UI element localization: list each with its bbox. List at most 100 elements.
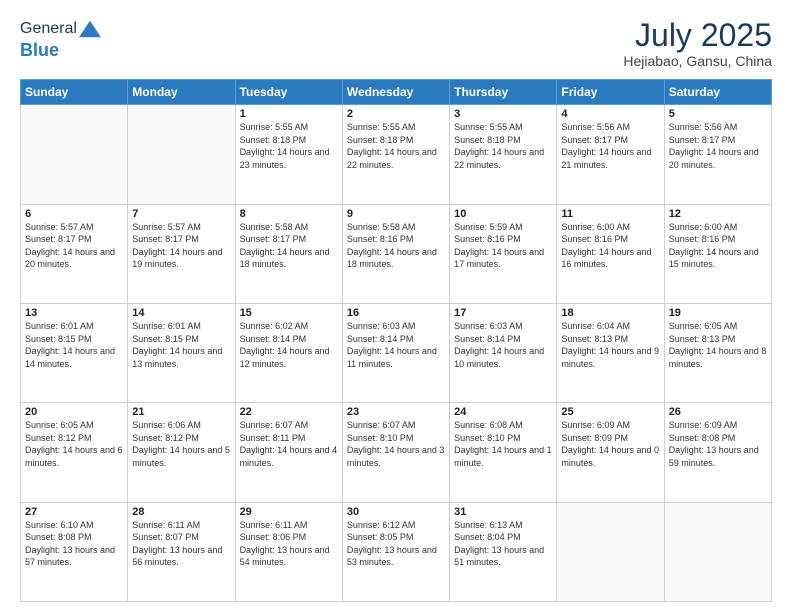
day-number: 23 bbox=[347, 406, 445, 418]
cell-info: Sunrise: 6:01 AM Sunset: 8:15 PM Dayligh… bbox=[25, 320, 123, 370]
table-cell: 16Sunrise: 6:03 AM Sunset: 8:14 PM Dayli… bbox=[342, 303, 449, 402]
cell-info: Sunrise: 6:06 AM Sunset: 8:12 PM Dayligh… bbox=[132, 419, 230, 469]
table-cell: 28Sunrise: 6:11 AM Sunset: 8:07 PM Dayli… bbox=[128, 502, 235, 601]
cell-info: Sunrise: 6:02 AM Sunset: 8:14 PM Dayligh… bbox=[240, 320, 338, 370]
day-number: 28 bbox=[132, 506, 230, 518]
header-tuesday: Tuesday bbox=[235, 80, 342, 105]
title-block: July 2025 Hejiabao, Gansu, China bbox=[623, 18, 772, 69]
cell-info: Sunrise: 6:11 AM Sunset: 8:06 PM Dayligh… bbox=[240, 519, 338, 569]
cell-info: Sunrise: 6:11 AM Sunset: 8:07 PM Dayligh… bbox=[132, 519, 230, 569]
cell-info: Sunrise: 6:01 AM Sunset: 8:15 PM Dayligh… bbox=[132, 320, 230, 370]
day-number: 29 bbox=[240, 506, 338, 518]
header-saturday: Saturday bbox=[664, 80, 771, 105]
cell-info: Sunrise: 5:59 AM Sunset: 8:16 PM Dayligh… bbox=[454, 221, 552, 271]
table-cell: 5Sunrise: 5:56 AM Sunset: 8:17 PM Daylig… bbox=[664, 105, 771, 204]
table-cell: 31Sunrise: 6:13 AM Sunset: 8:04 PM Dayli… bbox=[450, 502, 557, 601]
day-number: 1 bbox=[240, 108, 338, 120]
cell-info: Sunrise: 5:58 AM Sunset: 8:17 PM Dayligh… bbox=[240, 221, 338, 271]
cell-info: Sunrise: 5:57 AM Sunset: 8:17 PM Dayligh… bbox=[25, 221, 123, 271]
table-cell: 18Sunrise: 6:04 AM Sunset: 8:13 PM Dayli… bbox=[557, 303, 664, 402]
table-cell: 23Sunrise: 6:07 AM Sunset: 8:10 PM Dayli… bbox=[342, 403, 449, 502]
header-thursday: Thursday bbox=[450, 80, 557, 105]
day-number: 21 bbox=[132, 406, 230, 418]
table-cell bbox=[128, 105, 235, 204]
calendar-week-row: 27Sunrise: 6:10 AM Sunset: 8:08 PM Dayli… bbox=[21, 502, 772, 601]
table-cell: 12Sunrise: 6:00 AM Sunset: 8:16 PM Dayli… bbox=[664, 204, 771, 303]
table-cell: 13Sunrise: 6:01 AM Sunset: 8:15 PM Dayli… bbox=[21, 303, 128, 402]
cell-info: Sunrise: 5:55 AM Sunset: 8:18 PM Dayligh… bbox=[454, 121, 552, 171]
table-cell: 2Sunrise: 5:55 AM Sunset: 8:18 PM Daylig… bbox=[342, 105, 449, 204]
table-cell: 22Sunrise: 6:07 AM Sunset: 8:11 PM Dayli… bbox=[235, 403, 342, 502]
calendar-week-row: 1 Sunrise: 5:55 AM Sunset: 8:18 PM Daylig… bbox=[21, 105, 772, 204]
cell-info: Sunrise: 6:00 AM Sunset: 8:16 PM Dayligh… bbox=[669, 221, 767, 271]
day-number: 27 bbox=[25, 506, 123, 518]
table-cell: 15Sunrise: 6:02 AM Sunset: 8:14 PM Dayli… bbox=[235, 303, 342, 402]
calendar-week-row: 6Sunrise: 5:57 AM Sunset: 8:17 PM Daylig… bbox=[21, 204, 772, 303]
day-number: 25 bbox=[561, 406, 659, 418]
day-number: 6 bbox=[25, 208, 123, 220]
table-cell bbox=[664, 502, 771, 601]
logo-blue: Blue bbox=[20, 40, 101, 61]
day-number: 18 bbox=[561, 307, 659, 319]
cell-info: Sunrise: 6:05 AM Sunset: 8:12 PM Dayligh… bbox=[25, 419, 123, 469]
day-number: 4 bbox=[561, 108, 659, 120]
table-cell: 26Sunrise: 6:09 AM Sunset: 8:08 PM Dayli… bbox=[664, 403, 771, 502]
cell-info: Sunrise: 6:08 AM Sunset: 8:10 PM Dayligh… bbox=[454, 419, 552, 469]
cell-info: Sunrise: 6:12 AM Sunset: 8:05 PM Dayligh… bbox=[347, 519, 445, 569]
cell-info: Sunrise: 6:09 AM Sunset: 8:09 PM Dayligh… bbox=[561, 419, 659, 469]
day-number: 19 bbox=[669, 307, 767, 319]
calendar-week-row: 13Sunrise: 6:01 AM Sunset: 8:15 PM Dayli… bbox=[21, 303, 772, 402]
cell-info: Sunrise: 6:03 AM Sunset: 8:14 PM Dayligh… bbox=[454, 320, 552, 370]
day-number: 8 bbox=[240, 208, 338, 220]
cell-info: Sunrise: 6:03 AM Sunset: 8:14 PM Dayligh… bbox=[347, 320, 445, 370]
cell-info: Sunrise: 6:00 AM Sunset: 8:16 PM Dayligh… bbox=[561, 221, 659, 271]
cell-info: Sunrise: 6:13 AM Sunset: 8:04 PM Dayligh… bbox=[454, 519, 552, 569]
table-cell bbox=[557, 502, 664, 601]
table-cell: 10Sunrise: 5:59 AM Sunset: 8:16 PM Dayli… bbox=[450, 204, 557, 303]
cell-info: Sunrise: 6:09 AM Sunset: 8:08 PM Dayligh… bbox=[669, 419, 767, 469]
cell-info: Sunrise: 5:57 AM Sunset: 8:17 PM Dayligh… bbox=[132, 221, 230, 271]
header-sunday: Sunday bbox=[21, 80, 128, 105]
header-monday: Monday bbox=[128, 80, 235, 105]
cell-info: Sunrise: 5:58 AM Sunset: 8:16 PM Dayligh… bbox=[347, 221, 445, 271]
day-number: 13 bbox=[25, 307, 123, 319]
header: General Blue July 2025 Hejiabao, Gansu, … bbox=[20, 18, 772, 69]
table-cell: 4Sunrise: 5:56 AM Sunset: 8:17 PM Daylig… bbox=[557, 105, 664, 204]
location-title: Hejiabao, Gansu, China bbox=[623, 53, 772, 69]
cell-info: Sunrise: 6:07 AM Sunset: 8:10 PM Dayligh… bbox=[347, 419, 445, 469]
logo-icon bbox=[79, 18, 101, 40]
day-number: 22 bbox=[240, 406, 338, 418]
page: General Blue July 2025 Hejiabao, Gansu, … bbox=[0, 0, 792, 612]
table-cell: 8Sunrise: 5:58 AM Sunset: 8:17 PM Daylig… bbox=[235, 204, 342, 303]
cell-info: Sunrise: 6:05 AM Sunset: 8:13 PM Dayligh… bbox=[669, 320, 767, 370]
table-cell: 1Sunrise: 5:55 AM Sunset: 8:18 PM Daylig… bbox=[235, 105, 342, 204]
day-number: 14 bbox=[132, 307, 230, 319]
table-cell: 14Sunrise: 6:01 AM Sunset: 8:15 PM Dayli… bbox=[128, 303, 235, 402]
table-cell bbox=[21, 105, 128, 204]
cell-info: Sunrise: 6:04 AM Sunset: 8:13 PM Dayligh… bbox=[561, 320, 659, 370]
table-cell: 30Sunrise: 6:12 AM Sunset: 8:05 PM Dayli… bbox=[342, 502, 449, 601]
day-number: 10 bbox=[454, 208, 552, 220]
calendar-table: Sunday Monday Tuesday Wednesday Thursday… bbox=[20, 79, 772, 602]
day-number: 2 bbox=[347, 108, 445, 120]
day-number: 26 bbox=[669, 406, 767, 418]
day-number: 30 bbox=[347, 506, 445, 518]
table-cell: 27Sunrise: 6:10 AM Sunset: 8:08 PM Dayli… bbox=[21, 502, 128, 601]
table-cell: 19Sunrise: 6:05 AM Sunset: 8:13 PM Dayli… bbox=[664, 303, 771, 402]
cell-info: Sunrise: 6:10 AM Sunset: 8:08 PM Dayligh… bbox=[25, 519, 123, 569]
header-friday: Friday bbox=[557, 80, 664, 105]
table-cell: 6Sunrise: 5:57 AM Sunset: 8:17 PM Daylig… bbox=[21, 204, 128, 303]
cell-info: Sunrise: 6:07 AM Sunset: 8:11 PM Dayligh… bbox=[240, 419, 338, 469]
calendar-week-row: 20Sunrise: 6:05 AM Sunset: 8:12 PM Dayli… bbox=[21, 403, 772, 502]
table-cell: 9Sunrise: 5:58 AM Sunset: 8:16 PM Daylig… bbox=[342, 204, 449, 303]
day-number: 15 bbox=[240, 307, 338, 319]
logo: General Blue bbox=[20, 18, 101, 61]
day-number: 7 bbox=[132, 208, 230, 220]
day-number: 5 bbox=[669, 108, 767, 120]
day-number: 20 bbox=[25, 406, 123, 418]
table-cell: 25Sunrise: 6:09 AM Sunset: 8:09 PM Dayli… bbox=[557, 403, 664, 502]
table-cell: 11Sunrise: 6:00 AM Sunset: 8:16 PM Dayli… bbox=[557, 204, 664, 303]
day-number: 11 bbox=[561, 208, 659, 220]
cell-info: Sunrise: 5:56 AM Sunset: 8:17 PM Dayligh… bbox=[561, 121, 659, 171]
logo-general: General bbox=[20, 20, 77, 38]
